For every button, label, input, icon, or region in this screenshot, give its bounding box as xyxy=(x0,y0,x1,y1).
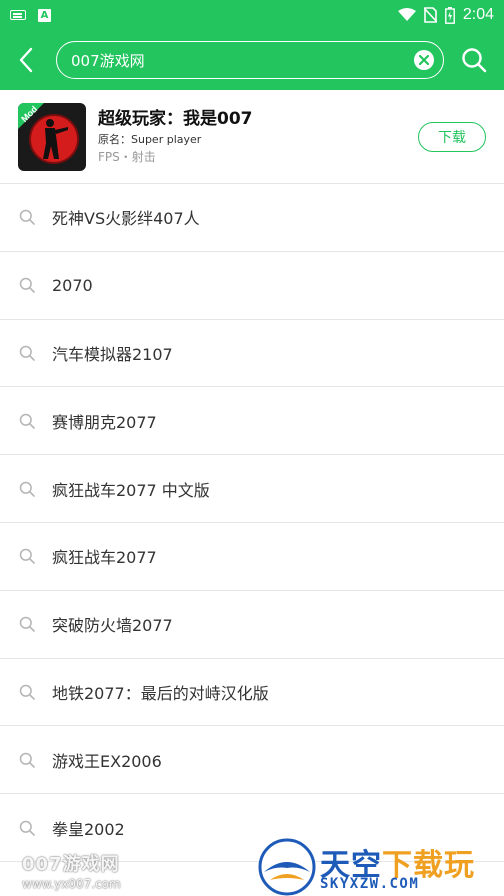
suggestion-item[interactable]: 2070 xyxy=(0,252,504,320)
game-result-card[interactable]: Mod 超级玩家：我是007 原名：Super player FPS・射击 下载 xyxy=(0,90,504,184)
search-history-icon xyxy=(18,819,36,837)
game-title[interactable]: 超级玩家：我是007 xyxy=(98,108,253,130)
search-history-icon xyxy=(18,683,36,701)
download-button[interactable]: 下载 xyxy=(418,121,486,152)
suggestion-text: 拳皇2002 xyxy=(52,819,125,839)
search-history-icon xyxy=(18,547,36,565)
watermark-007-url: www.yx007.com xyxy=(22,877,121,891)
suggestion-item[interactable]: 疯狂战车2077 中文版 xyxy=(0,455,504,523)
game-info: 超级玩家：我是007 原名：Super player FPS・射击 xyxy=(98,108,253,166)
suggestion-text: 突破防火墙2077 xyxy=(52,616,173,636)
skyxzw-logo-icon xyxy=(258,838,316,896)
suggestion-text: 游戏王EX2006 xyxy=(52,751,162,771)
suggestion-item[interactable]: 突破防火墙2077 xyxy=(0,591,504,659)
keyboard-icon xyxy=(10,10,26,20)
suggestion-text: 疯狂战车2077 中文版 xyxy=(52,480,210,500)
game-original-name: 原名：Super player xyxy=(98,132,202,146)
search-history-icon xyxy=(18,615,36,633)
search-toolbar xyxy=(0,30,504,90)
search-history-icon xyxy=(18,344,36,362)
search-history-icon xyxy=(18,276,36,294)
search-history-icon xyxy=(18,208,36,226)
suggestion-text: 2070 xyxy=(52,275,93,295)
search-history-icon xyxy=(18,480,36,498)
suggestion-text: 汽车模拟器2107 xyxy=(52,344,173,364)
suggestion-item[interactable]: 地铁2077：最后的对峙汉化版 xyxy=(0,659,504,727)
suggestion-item[interactable]: 汽车模拟器2107 xyxy=(0,320,504,388)
back-arrow-icon xyxy=(19,47,33,73)
suggestion-item[interactable]: 游戏王EX2006 xyxy=(0,726,504,795)
suggestion-text: 赛博朋克2077 xyxy=(52,412,157,432)
suggestion-text: 死神VS火影绊407人 xyxy=(52,209,200,229)
notification-a-icon: A xyxy=(38,8,51,22)
back-button[interactable] xyxy=(0,30,52,90)
search-icon xyxy=(462,48,487,73)
search-input[interactable] xyxy=(71,51,413,69)
battery-icon xyxy=(444,6,455,24)
clear-search-button[interactable] xyxy=(413,49,435,71)
search-button[interactable] xyxy=(444,30,504,90)
watermark-007: 007游戏网 www.yx007.com xyxy=(22,850,121,891)
game-tags: FPS・射击 xyxy=(98,149,156,164)
search-box[interactable] xyxy=(56,41,444,79)
suggestion-text: 地铁2077：最后的对峙汉化版 xyxy=(52,683,269,703)
search-history-icon xyxy=(18,412,36,430)
wifi-icon xyxy=(397,8,416,21)
no-sim-icon xyxy=(423,7,437,23)
search-history-icon xyxy=(18,751,36,769)
suggestion-item[interactable]: 疯狂战车2077 xyxy=(0,523,504,591)
watermark-007-text: 007游戏网 xyxy=(22,854,120,875)
suggestion-list: 死神VS火影绊407人 2070 汽车模拟器2107 赛博朋克2077 疯狂战车2077… xyxy=(0,184,504,862)
skyxzw-url: SKYXZW.COM xyxy=(320,876,420,892)
watermark-skyxzw: 天空下载玩 SKYXZW.COM xyxy=(258,836,504,896)
status-bar: A 2:04 xyxy=(0,0,504,30)
suggestion-item[interactable]: 赛博朋克2077 xyxy=(0,387,504,456)
clear-icon xyxy=(414,50,434,70)
status-time: 2:04 xyxy=(462,6,494,23)
game-icon[interactable]: Mod xyxy=(18,102,86,171)
suggestion-text: 疯狂战车2077 xyxy=(52,548,157,568)
suggestion-item[interactable]: 死神VS火影绊407人 xyxy=(0,184,504,252)
